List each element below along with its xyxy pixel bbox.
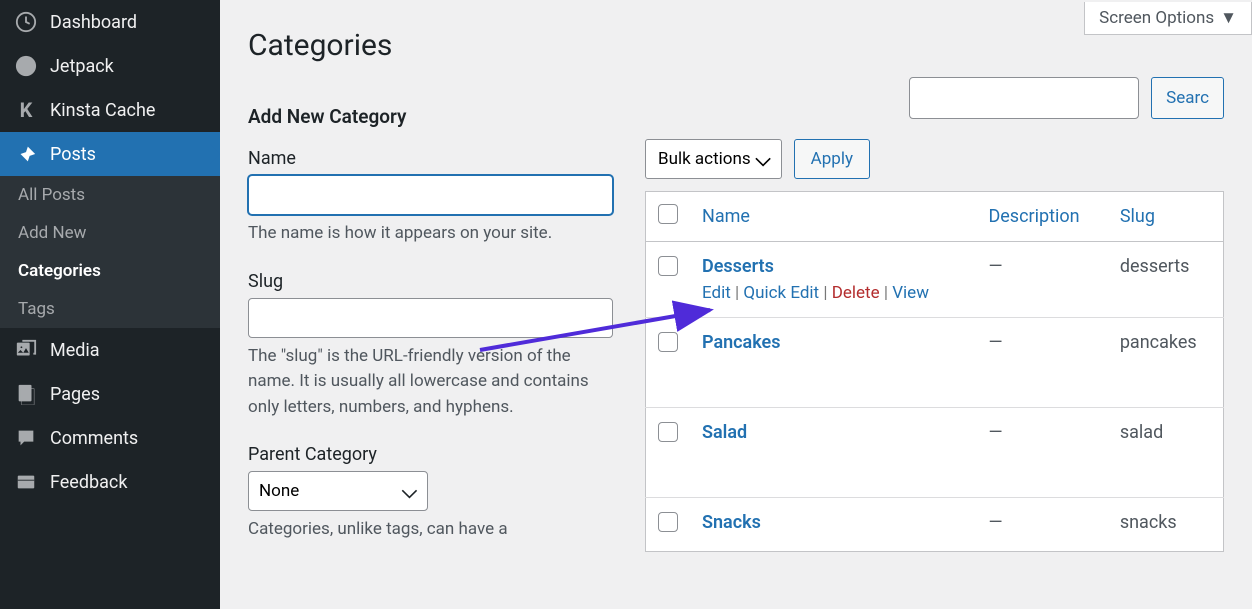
sidebar-item-label: Comments: [50, 428, 138, 449]
edit-link[interactable]: Edit: [702, 283, 731, 303]
name-label: Name: [248, 148, 613, 169]
slug-cell: pancakes: [1120, 332, 1197, 353]
sidebar-item-label: Dashboard: [50, 12, 137, 33]
sidebar-item-label: Pages: [50, 384, 100, 405]
screen-options-label: Screen Options: [1099, 8, 1214, 28]
quick-edit-link[interactable]: Quick Edit: [743, 283, 819, 303]
slug-cell: snacks: [1120, 512, 1177, 533]
select-all-checkbox[interactable]: [658, 204, 678, 224]
description-cell: —: [988, 422, 1002, 443]
parent-select-value: None: [259, 481, 299, 501]
name-help: The name is how it appears on your site.: [248, 221, 613, 247]
table-row: Desserts Edit | Quick Edit | Delete | Vi…: [646, 242, 1224, 318]
name-input[interactable]: [248, 175, 613, 215]
header-slug[interactable]: Slug: [1108, 192, 1224, 242]
posts-submenu: All Posts Add New Categories Tags: [0, 176, 220, 328]
pages-icon: [14, 382, 38, 406]
header-description[interactable]: Description: [976, 192, 1107, 242]
category-name-link[interactable]: Pancakes: [702, 332, 781, 353]
categories-table: Name Description Slug Desserts Edit | Qu…: [645, 191, 1224, 552]
table-row: Snacks — snacks: [646, 498, 1224, 552]
sidebar-item-label: Feedback: [50, 472, 127, 493]
category-name-link[interactable]: Salad: [702, 422, 747, 443]
category-name-link[interactable]: Snacks: [702, 512, 761, 533]
comment-icon: [14, 426, 38, 450]
description-cell: —: [988, 512, 1002, 533]
table-row: Pancakes — pancakes: [646, 318, 1224, 408]
form-title: Add New Category: [248, 105, 613, 128]
apply-button[interactable]: Apply: [794, 139, 870, 179]
row-checkbox[interactable]: [658, 256, 678, 276]
sidebar-item-label: Media: [50, 340, 100, 361]
sidebar-item-jetpack[interactable]: Jetpack: [0, 44, 220, 88]
add-category-form: Add New Category Name The name is how it…: [248, 83, 613, 552]
submenu-all-posts[interactable]: All Posts: [0, 176, 220, 214]
table-row: Salad — salad: [646, 408, 1224, 498]
dashboard-icon: [14, 10, 38, 34]
feedback-icon: [14, 470, 38, 494]
page-title: Categories: [248, 28, 1224, 63]
sidebar-item-feedback[interactable]: Feedback: [0, 460, 220, 504]
bulk-select-value: Bulk actions: [658, 149, 751, 169]
category-name-link[interactable]: Desserts: [702, 256, 774, 277]
slug-input[interactable]: [248, 298, 613, 338]
bulk-actions-select[interactable]: Bulk actions: [645, 139, 782, 179]
delete-link[interactable]: Delete: [832, 283, 880, 303]
search-button[interactable]: Searc: [1151, 77, 1224, 119]
pin-icon: [14, 142, 38, 166]
categories-list-panel: Searc Bulk actions Apply Name Descri: [645, 83, 1224, 552]
header-checkbox-cell: [646, 192, 691, 242]
search-input[interactable]: [909, 77, 1139, 119]
submenu-tags[interactable]: Tags: [0, 290, 220, 328]
sidebar-item-comments[interactable]: Comments: [0, 416, 220, 460]
screen-options-tab[interactable]: Screen Options ▼: [1084, 2, 1252, 35]
kinsta-icon: K: [14, 98, 38, 122]
submenu-add-new[interactable]: Add New: [0, 214, 220, 252]
slug-cell: salad: [1120, 422, 1163, 443]
admin-sidebar: Dashboard Jetpack K Kinsta Cache Posts A…: [0, 0, 220, 609]
parent-help: Categories, unlike tags, can have a: [248, 517, 613, 543]
chevron-down-icon: ▼: [1220, 8, 1237, 28]
sidebar-item-dashboard[interactable]: Dashboard: [0, 0, 220, 44]
row-checkbox[interactable]: [658, 512, 678, 532]
media-icon: [14, 338, 38, 362]
parent-select[interactable]: None: [248, 471, 428, 511]
slug-help: The "slug" is the URL-friendly version o…: [248, 344, 613, 421]
header-name[interactable]: Name: [690, 192, 976, 242]
search-button-label: Searc: [1166, 88, 1209, 108]
description-cell: —: [988, 332, 1002, 353]
sidebar-item-label: Jetpack: [50, 56, 114, 77]
submenu-categories[interactable]: Categories: [0, 252, 220, 290]
main-content: Screen Options ▼ Categories Add New Cate…: [220, 0, 1252, 609]
sidebar-item-pages[interactable]: Pages: [0, 372, 220, 416]
row-checkbox[interactable]: [658, 332, 678, 352]
sidebar-item-label: Posts: [50, 144, 96, 165]
description-cell: —: [988, 256, 1002, 277]
parent-label: Parent Category: [248, 444, 613, 465]
sidebar-item-label: Kinsta Cache: [50, 100, 155, 121]
apply-button-label: Apply: [811, 149, 853, 169]
row-checkbox[interactable]: [658, 422, 678, 442]
sidebar-item-kinsta[interactable]: K Kinsta Cache: [0, 88, 220, 132]
sidebar-item-posts[interactable]: Posts: [0, 132, 220, 176]
slug-label: Slug: [248, 271, 613, 292]
sidebar-item-media[interactable]: Media: [0, 328, 220, 372]
jetpack-icon: [14, 54, 38, 78]
view-link[interactable]: View: [892, 283, 929, 303]
slug-cell: desserts: [1120, 256, 1190, 277]
row-actions: Edit | Quick Edit | Delete | View: [702, 283, 964, 303]
